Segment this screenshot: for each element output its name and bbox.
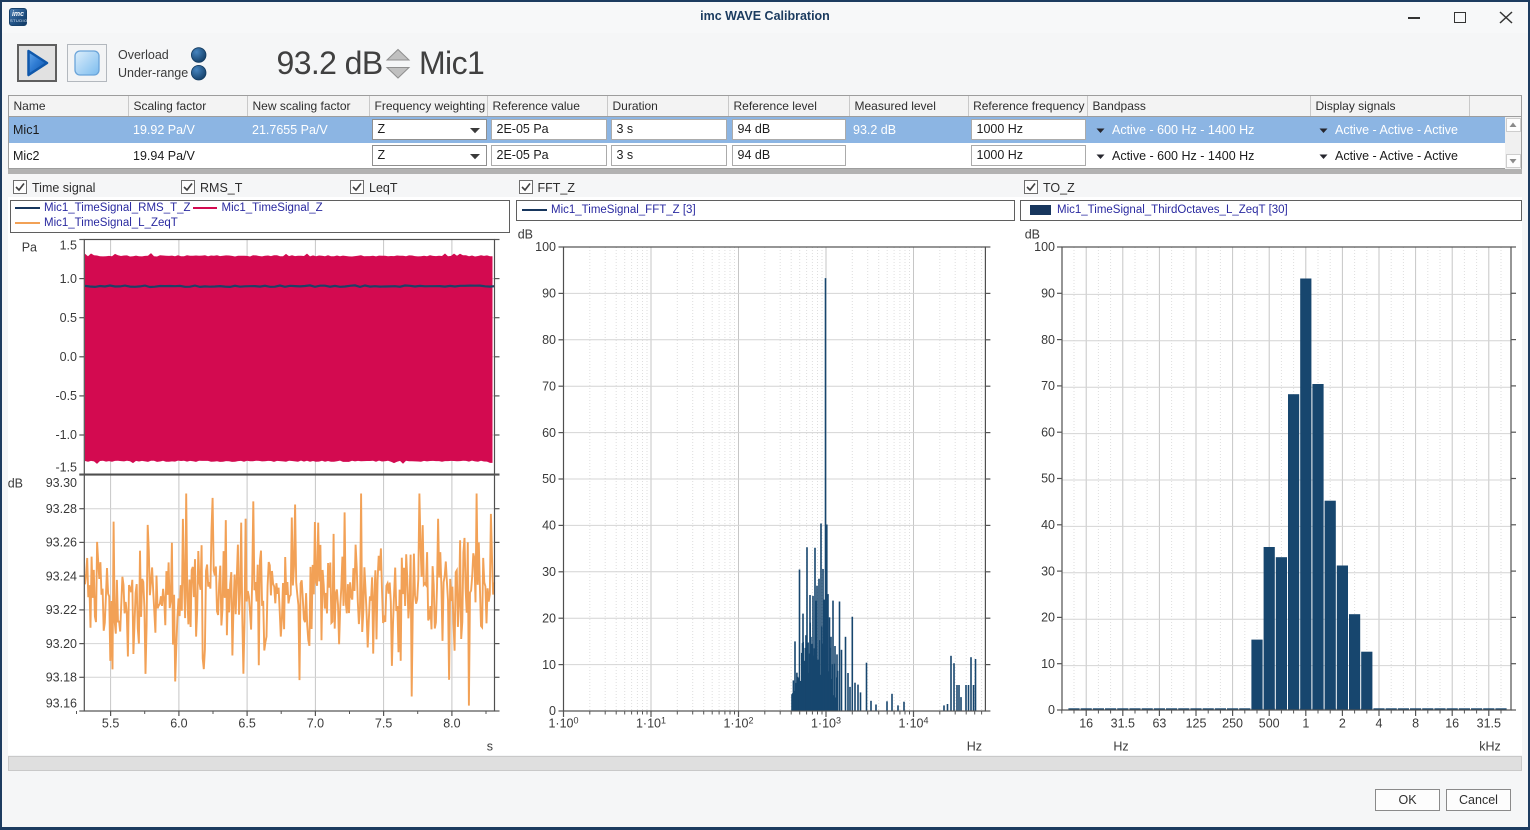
svg-text:-1.0: -1.0 (55, 428, 77, 442)
svg-text:93.22: 93.22 (46, 603, 77, 617)
svg-text:60: 60 (1041, 425, 1055, 439)
svg-text:5.5: 5.5 (102, 717, 119, 731)
svg-text:7.5: 7.5 (375, 717, 392, 731)
svg-text:93.20: 93.20 (46, 637, 77, 651)
svg-text:2: 2 (1339, 717, 1346, 731)
svg-text:70: 70 (1041, 379, 1055, 393)
svg-text:1.5: 1.5 (60, 239, 77, 253)
svg-text:40: 40 (542, 519, 556, 533)
svg-text:80: 80 (542, 333, 556, 347)
svg-text:93.26: 93.26 (46, 536, 77, 550)
svg-text:63: 63 (1152, 717, 1166, 731)
svg-text:1: 1 (1302, 717, 1309, 731)
svg-text:6.5: 6.5 (238, 717, 255, 731)
svg-text:500: 500 (1259, 717, 1280, 731)
svg-text:20: 20 (1041, 611, 1055, 625)
svg-text:40: 40 (1041, 518, 1055, 532)
svg-text:8.0: 8.0 (443, 717, 460, 731)
svg-text:10: 10 (1041, 657, 1055, 671)
svg-text:80: 80 (1041, 333, 1055, 347)
svg-text:30: 30 (542, 565, 556, 579)
svg-text:1·104: 1·104 (898, 716, 928, 731)
svg-text:250: 250 (1222, 717, 1243, 731)
svg-text:6.0: 6.0 (170, 717, 187, 731)
svg-text:16: 16 (1445, 717, 1459, 731)
svg-text:100: 100 (535, 240, 556, 254)
svg-text:kHz: kHz (1479, 740, 1501, 754)
svg-text:1·100: 1·100 (548, 716, 578, 731)
svg-text:31.5: 31.5 (1111, 717, 1135, 731)
svg-text:20: 20 (542, 611, 556, 625)
svg-text:30: 30 (1041, 564, 1055, 578)
svg-text:0: 0 (1048, 703, 1055, 717)
svg-text:8: 8 (1412, 717, 1419, 731)
svg-text:-1.5: -1.5 (55, 461, 77, 475)
svg-text:50: 50 (1041, 472, 1055, 486)
svg-text:0.0: 0.0 (60, 350, 77, 364)
svg-text:31.5: 31.5 (1477, 717, 1501, 731)
svg-text:4: 4 (1376, 717, 1383, 731)
svg-text:93.18: 93.18 (46, 671, 77, 685)
svg-text:Hz: Hz (967, 740, 982, 754)
svg-text:16: 16 (1079, 717, 1093, 731)
svg-text:100: 100 (1034, 240, 1055, 254)
svg-text:dB: dB (518, 228, 533, 242)
svg-text:7.0: 7.0 (307, 717, 324, 731)
svg-text:90: 90 (1041, 287, 1055, 301)
svg-text:1.0: 1.0 (60, 272, 77, 286)
svg-text:1·102: 1·102 (723, 716, 753, 731)
svg-text:-0.5: -0.5 (55, 389, 77, 403)
svg-text:125: 125 (1186, 717, 1207, 731)
svg-text:Hz: Hz (1113, 740, 1128, 754)
svg-text:0.5: 0.5 (60, 311, 77, 325)
svg-text:dB: dB (1025, 228, 1040, 242)
svg-text:50: 50 (542, 472, 556, 486)
svg-text:93.16: 93.16 (46, 697, 77, 711)
svg-text:Pa: Pa (22, 241, 37, 255)
svg-text:1·103: 1·103 (811, 716, 841, 731)
svg-text:1·101: 1·101 (636, 716, 666, 731)
svg-text:93.30: 93.30 (46, 476, 77, 490)
svg-text:10: 10 (542, 658, 556, 672)
svg-text:90: 90 (542, 287, 556, 301)
svg-text:70: 70 (542, 379, 556, 393)
svg-text:93.28: 93.28 (46, 502, 77, 516)
svg-text:dB: dB (8, 477, 23, 491)
svg-text:93.24: 93.24 (46, 569, 77, 583)
svg-text:s: s (487, 740, 493, 754)
svg-text:60: 60 (542, 426, 556, 440)
